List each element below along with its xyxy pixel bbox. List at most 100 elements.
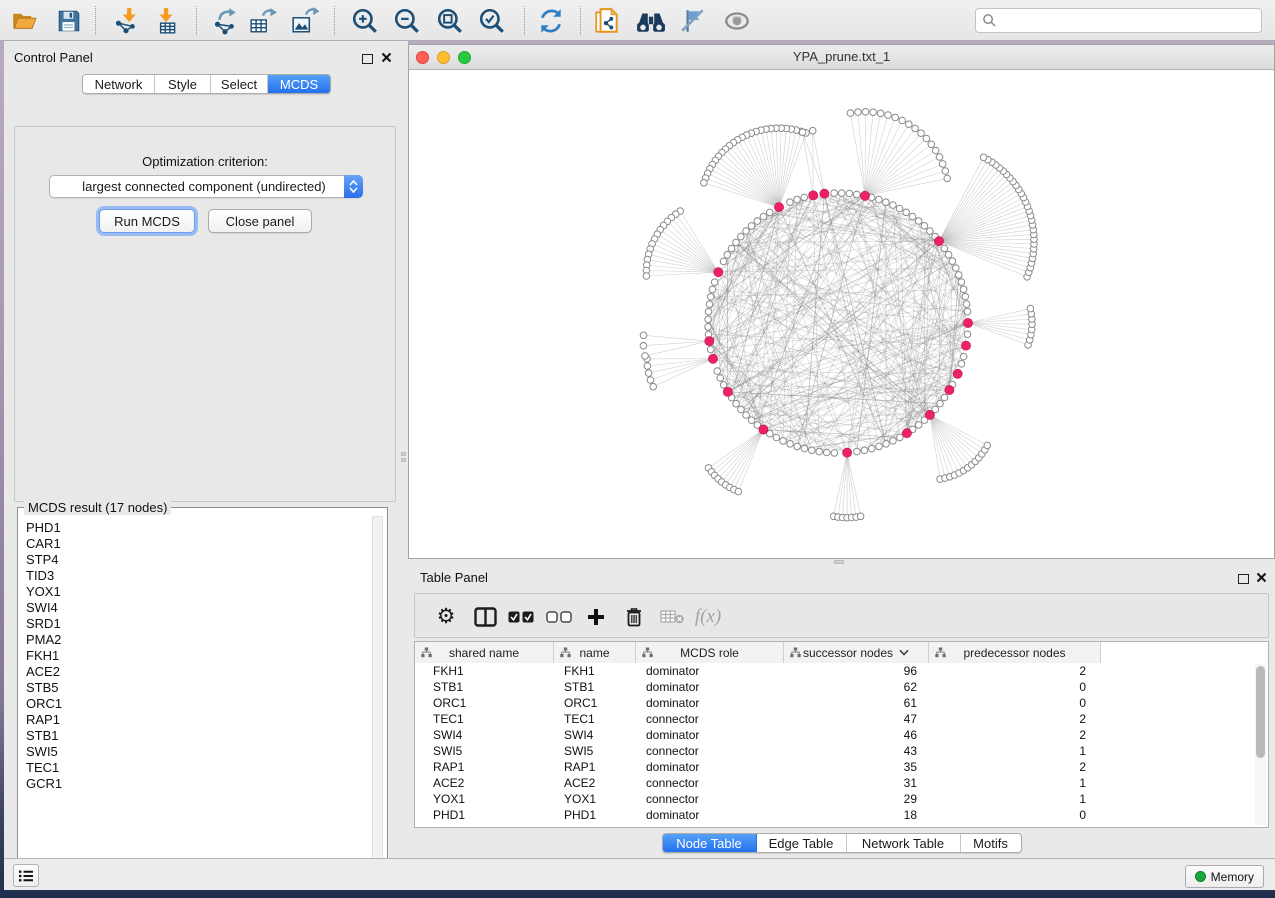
table-scrollbar[interactable] <box>1255 664 1266 825</box>
table-settings-button[interactable]: ⚙ <box>429 594 463 639</box>
close-panel-button-mcds[interactable]: Close panel <box>208 209 312 233</box>
mcds-result-item[interactable]: STP4 <box>26 552 365 568</box>
table-cell: FKH1 <box>415 664 554 678</box>
table-cell: connector <box>636 792 784 806</box>
show-graphics-details-button[interactable] <box>720 4 754 37</box>
mcds-result-item[interactable]: ACE2 <box>26 664 365 680</box>
mcds-result-item[interactable]: SRD1 <box>26 616 365 632</box>
column-header-name[interactable]: name <box>554 642 636 663</box>
mcds-result-item[interactable]: ORC1 <box>26 696 365 712</box>
export-network-button[interactable] <box>208 4 242 37</box>
table-cell: 61 <box>784 696 929 710</box>
float-panel-button[interactable] <box>362 52 373 67</box>
column-header-predecessor-nodes[interactable]: predecessor nodes <box>929 642 1101 663</box>
mcds-result-list[interactable]: PHD1CAR1STP4TID3YOX1SWI4SRD1PMA2FKH1ACE2… <box>26 520 365 872</box>
tab-node-table[interactable]: Node Table <box>663 834 757 852</box>
tab-motifs[interactable]: Motifs <box>961 834 1021 852</box>
mcds-result-item[interactable]: STB5 <box>26 680 365 696</box>
main-toolbar <box>0 0 1275 41</box>
table-panel-float-button[interactable] <box>1238 572 1249 587</box>
node-table-rows: FKH1FKH1dominator962STB1STB1dominator620… <box>415 663 1254 827</box>
column-header-successor-nodes[interactable]: successor nodes <box>784 642 929 663</box>
column-header-shared-name[interactable]: shared name <box>415 642 554 663</box>
mcds-result-item[interactable]: CAR1 <box>26 536 365 552</box>
network-window-titlebar[interactable]: YPA_prune.txt_1 <box>409 45 1274 70</box>
hide-graphics-details-button[interactable] <box>676 4 710 37</box>
mcds-result-item[interactable]: YOX1 <box>26 584 365 600</box>
delete-table-button[interactable] <box>655 594 689 639</box>
export-table-button[interactable] <box>246 4 280 37</box>
table-row[interactable]: ORC1ORC1dominator610 <box>415 695 1254 711</box>
mcds-result-item[interactable]: PMA2 <box>26 632 365 648</box>
mcds-result-item[interactable]: TID3 <box>26 568 365 584</box>
zoom-out-button[interactable] <box>390 4 424 37</box>
mcds-result-item[interactable]: SWI5 <box>26 744 365 760</box>
mcds-result-item[interactable]: FKH1 <box>26 648 365 664</box>
run-mcds-button[interactable]: Run MCDS <box>99 209 195 233</box>
save-session-button[interactable] <box>52 4 86 37</box>
vertical-splitter[interactable] <box>400 41 408 858</box>
search-box[interactable] <box>975 8 1262 33</box>
tab-select[interactable]: Select <box>211 75 268 93</box>
optimization-criterion-value: largest connected component (undirected) <box>50 179 344 194</box>
table-row[interactable]: TEC1TEC1connector472 <box>415 711 1254 727</box>
mcds-result-item[interactable]: PHD1 <box>26 520 365 536</box>
table-row[interactable]: SWI5SWI5connector431 <box>415 743 1254 759</box>
new-network-from-selection-button[interactable] <box>590 4 624 37</box>
table-row[interactable]: YOX1YOX1connector291 <box>415 791 1254 807</box>
trash-icon <box>625 607 643 627</box>
save-icon <box>56 8 82 34</box>
zoom-fit-button[interactable] <box>433 4 467 37</box>
find-button[interactable] <box>634 4 668 37</box>
memory-status-icon <box>1195 871 1206 882</box>
show-panels-button[interactable] <box>13 864 39 887</box>
mcds-result-item[interactable]: RAP1 <box>26 712 365 728</box>
tab-style[interactable]: Style <box>155 75 211 93</box>
import-table-button[interactable] <box>149 4 183 37</box>
table-row[interactable]: PHD1PHD1dominator180 <box>415 807 1254 823</box>
function-builder-button[interactable]: f(x) <box>691 594 725 639</box>
mcds-result-item[interactable]: SWI4 <box>26 600 365 616</box>
memory-button[interactable]: Memory <box>1185 865 1264 888</box>
table-cell: 46 <box>784 728 929 742</box>
table-row[interactable]: FKH1FKH1dominator962 <box>415 663 1254 679</box>
select-all-icon <box>508 611 534 623</box>
search-input[interactable] <box>997 10 1261 31</box>
table-scrollbar-thumb[interactable] <box>1256 666 1265 758</box>
delete-column-button[interactable] <box>617 594 651 639</box>
mcds-result-item[interactable]: STB1 <box>26 728 365 744</box>
open-file-button[interactable] <box>7 4 41 37</box>
table-cell: ORC1 <box>415 696 554 710</box>
export-image-button[interactable] <box>288 4 322 37</box>
tab-network[interactable]: Network <box>83 75 155 93</box>
table-cell: dominator <box>636 680 784 694</box>
deselect-all-button[interactable] <box>542 594 576 639</box>
zoom-in-button[interactable] <box>348 4 382 37</box>
mcds-result-scrollbar[interactable] <box>372 516 383 874</box>
apply-layout-button[interactable] <box>534 4 568 37</box>
tab-mcds[interactable]: MCDS <box>268 75 330 93</box>
table-panel-close-button[interactable] <box>1256 571 1267 586</box>
import-network-button[interactable] <box>109 4 143 37</box>
add-column-button[interactable] <box>579 594 613 639</box>
mcds-result-item[interactable]: GCR1 <box>26 776 365 792</box>
toolbar-separator <box>334 6 335 35</box>
table-row[interactable]: STB1STB1dominator620 <box>415 679 1254 695</box>
column-settings-button[interactable] <box>468 594 502 639</box>
network-canvas[interactable] <box>409 70 1274 558</box>
select-all-button[interactable] <box>504 594 538 639</box>
column-header-MCDS-role[interactable]: MCDS role <box>636 642 784 663</box>
table-row[interactable]: SWI4SWI4dominator462 <box>415 727 1254 743</box>
close-panel-button[interactable] <box>381 51 392 66</box>
optimization-criterion-select[interactable]: largest connected component (undirected) <box>49 175 363 198</box>
binoculars-icon <box>636 7 666 35</box>
mcds-result-item[interactable]: TEC1 <box>26 760 365 776</box>
table-cell: STB1 <box>415 680 554 694</box>
table-row[interactable]: ACE2ACE2connector311 <box>415 775 1254 791</box>
tab-network-table[interactable]: Network Table <box>847 834 961 852</box>
zoom-selected-button[interactable] <box>475 4 509 37</box>
tab-edge-table[interactable]: Edge Table <box>757 834 847 852</box>
control-panel-title: Control Panel <box>14 50 93 65</box>
table-row[interactable]: RAP1RAP1dominator352 <box>415 759 1254 775</box>
delete-table-icon <box>660 610 685 624</box>
